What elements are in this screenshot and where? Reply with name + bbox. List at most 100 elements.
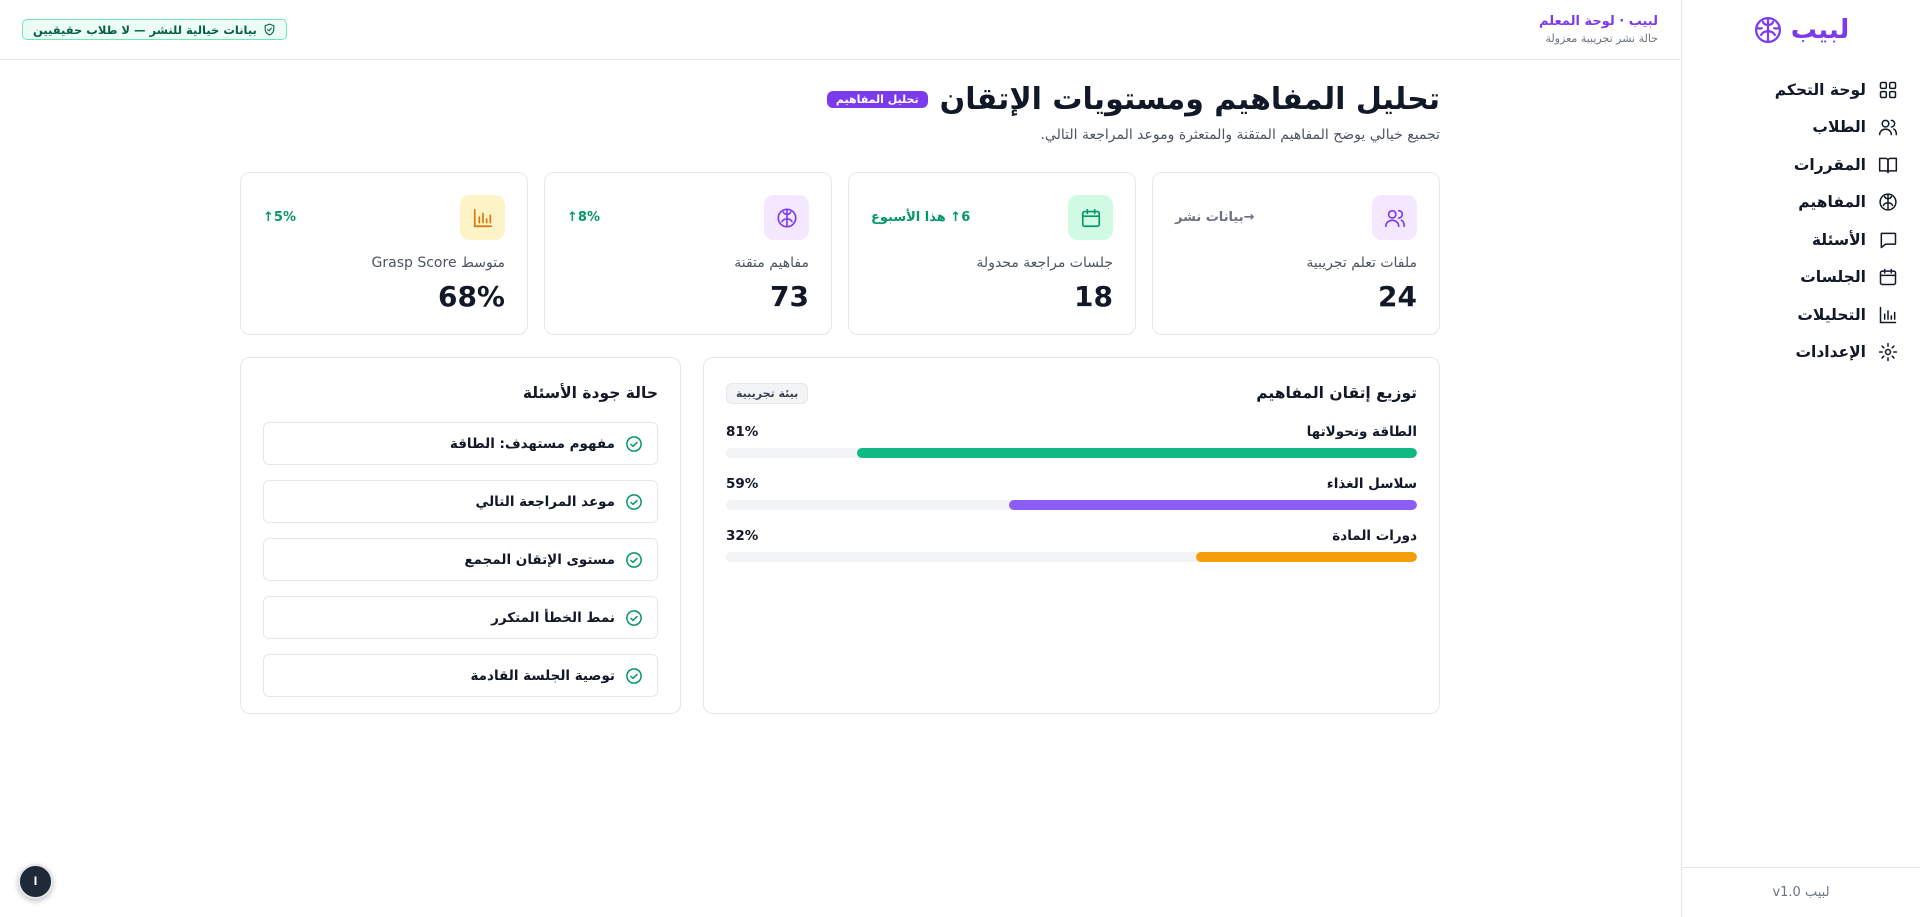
brand-name: لبيب [1790,14,1850,45]
calendar-icon [1879,269,1897,286]
stat-value: 24 [1378,280,1417,313]
stat-trend: →بيانات نشر [1175,210,1255,225]
stat-icon-box [764,195,809,240]
help-button[interactable]: ا [18,864,53,899]
sidebar-item-concepts[interactable]: المفاهيم [1682,184,1920,222]
stat-label: ملفات تعلم تجريبية [1306,255,1417,271]
demo-data-notice: بيانات خيالية للنشر — لا طلاب حقيقيين [22,19,287,40]
sidebar-item-label: الأسئلة [1811,230,1866,249]
panels-row: توزيع إتقان المفاهيم بيئة تجريبية الطاقة… [240,357,1440,714]
message-icon [1880,232,1897,248]
page-header: تحليل المفاهيم ومستويات الإتقان تحليل ال… [240,82,1440,143]
stat-value: 68% [437,280,505,313]
quality-list: مفهوم مستهدف: الطاقة موعد المراجعة التال… [263,422,658,697]
stat-trend: 5%↑ [263,210,296,225]
quality-item-label: مستوى الإتقان المجمع [464,551,615,568]
brand[interactable]: لبيب [1682,0,1920,59]
panel-title: توزيع إتقان المفاهيم [1256,384,1417,402]
sidebar-item-dashboard[interactable]: لوحة التحكم [1682,71,1920,109]
page-tag: تحليل المفاهيم [826,91,928,108]
sidebar-item-students[interactable]: الطلاب [1682,109,1920,147]
gear-icon [1878,343,1898,362]
sidebar-item-courses[interactable]: المقررات [1682,146,1920,184]
sidebar-item-label: المفاهيم [1798,193,1866,212]
bar-label: دورات المادة [1332,528,1417,544]
book-icon [1878,157,1898,173]
topbar: لبيب · لوحة المعلم حالة نشر تجريبية معزو… [0,0,1680,60]
bar-value: 32% [726,528,759,544]
check-circle-icon [626,667,642,684]
quality-item-label: مفهوم مستهدف: الطاقة [449,435,615,452]
user-icon [1878,119,1898,136]
bar-chart-icon [1879,306,1897,323]
quality-item: مستوى الإتقان المجمع [263,538,658,581]
mastery-bars: الطاقة وتحولاتها 81% سلاسل الغذاء 59% دو… [726,424,1417,562]
stat-label: متوسط Grasp Score [371,255,505,271]
topbar-title-block: لبيب · لوحة المعلم حالة نشر تجريبية معزو… [1539,14,1658,45]
sidebar-item-settings[interactable]: الإعدادات [1682,334,1920,372]
stat-label: جلسات مراجعة محدولة [976,255,1113,271]
bar-row: الطاقة وتحولاتها 81% [726,424,1417,458]
stat-icon-box [1068,195,1113,240]
check-circle-icon [626,435,642,452]
sidebar-item-label: المقررات [1793,155,1866,174]
bar-track [726,448,1417,458]
quality-item-label: توصية الجلسة القادمة [470,667,616,684]
stat-card-profiles: →بيانات نشر ملفات تعلم تجريبية 24 [1152,172,1440,335]
bar-fill [1195,552,1417,562]
sidebar-item-label: الجلسات [1800,268,1866,287]
env-badge: بيئة تجريبية [726,382,809,404]
check-circle-icon [626,551,642,568]
stat-value: 73 [770,280,809,313]
brain-icon [1879,193,1897,211]
check-circle-icon [626,493,642,510]
sidebar-item-label: الإعدادات [1795,343,1866,362]
stat-card-grasp-score: 5%↑ متوسط Grasp Score 68% [240,172,528,335]
panel-title: حالة جودة الأسئلة [522,384,658,402]
sidebar-item-label: التحليلات [1797,305,1866,324]
sidebar-item-label: لوحة التحكم [1774,80,1866,99]
bar-label: الطاقة وتحولاتها [1306,424,1417,440]
topbar-subtitle: حالة نشر تجريبية معزولة [1545,32,1659,45]
bar-fill [857,448,1417,458]
bar-chart-icon [473,208,492,227]
sidebar-item-label: الطلاب [1812,118,1866,137]
stat-label: مفاهيم متقنة [734,255,809,271]
sidebar-item-sessions[interactable]: الجلسات [1682,259,1920,297]
quality-item-label: نمط الخطأ المتكرر [491,609,615,626]
shield-check-icon [264,23,275,36]
quality-item: نمط الخطأ المتكرر [263,596,658,639]
dashboard-grid-icon [1879,81,1897,98]
bar-track [726,552,1417,562]
page-title: تحليل المفاهيم ومستويات الإتقان [939,82,1440,117]
stat-icon-box [1372,195,1417,240]
topbar-title: لبيب · لوحة المعلم [1539,14,1658,29]
sidebar: لبيب لوحة التحكم الطلاب المقررات المفاهي… [1681,0,1920,917]
sidebar-item-questions[interactable]: الأسئلة [1682,221,1920,259]
stat-card-mastered: 8%↑ مفاهيم متقنة 73 [544,172,832,335]
bar-row: سلاسل الغذاء 59% [726,476,1417,510]
question-quality-panel: حالة جودة الأسئلة مفهوم مستهدف: الطاقة م… [240,357,681,714]
stat-value: 18 [1074,280,1113,313]
bar-fill [1009,500,1417,510]
quality-item: توصية الجلسة القادمة [263,654,658,697]
brain-logo-icon [1754,16,1781,43]
calendar-icon [1081,208,1100,227]
mastery-distribution-panel: توزيع إتقان المفاهيم بيئة تجريبية الطاقة… [703,357,1440,714]
quality-item: مفهوم مستهدف: الطاقة [263,422,658,465]
bar-track [726,500,1417,510]
stat-icon-box [460,195,505,240]
stat-card-sessions: 6↑ هذا الأسبوع جلسات مراجعة محدولة 18 [848,172,1136,335]
quality-item-label: موعد المراجعة التالي [475,493,615,510]
users-icon [1384,209,1405,227]
sidebar-item-analytics[interactable]: التحليلات [1682,296,1920,334]
bar-label: سلاسل الغذاء [1326,476,1417,492]
page-subtitle: تجميع خيالي يوضح المفاهيم المتقنة والمتع… [1040,127,1440,143]
brain-icon [776,207,797,228]
check-circle-icon [626,609,642,626]
bar-value: 81% [726,424,759,440]
bar-value: 59% [726,476,759,492]
sidebar-nav: لوحة التحكم الطلاب المقررات المفاهيم الأ… [1682,59,1920,371]
bar-row: دورات المادة 32% [726,528,1417,562]
quality-item: موعد المراجعة التالي [263,480,658,523]
